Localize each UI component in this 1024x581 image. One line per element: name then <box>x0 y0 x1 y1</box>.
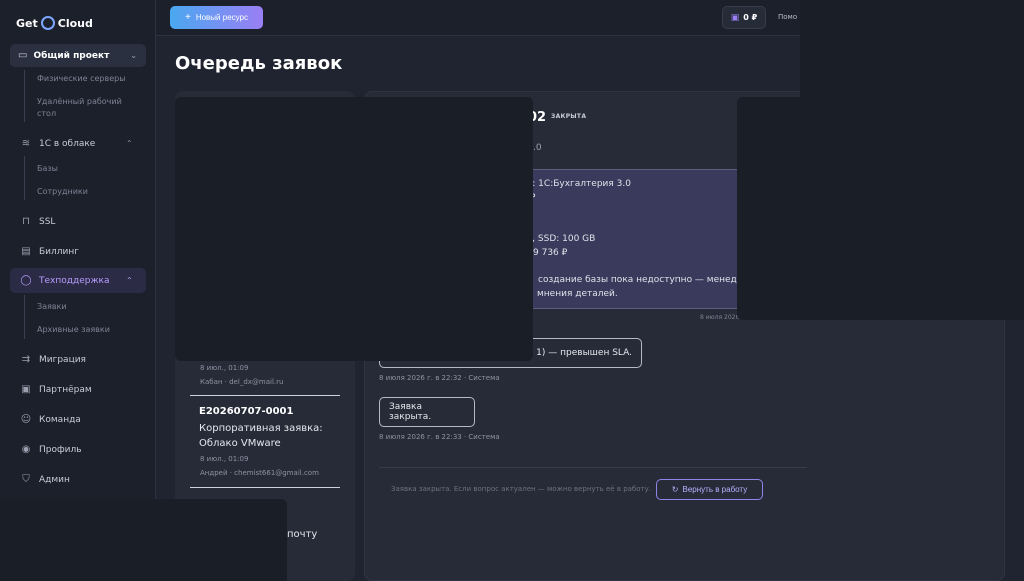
sidebar-item-support[interactable]: ◯ Техподдержка <box>20 275 110 286</box>
remote-desktop-line1: Удалённый рабочий <box>37 97 122 106</box>
closed-note: Заявка закрыта. Если вопрос актуален — м… <box>391 485 651 493</box>
sidebar-item-profile[interactable]: ◉ Профиль <box>20 444 82 455</box>
plus-icon: + <box>184 12 191 23</box>
ticket-subtitle: .0 <box>533 143 542 153</box>
message-bubble: Заявка закрыта. <box>379 397 475 427</box>
return-to-work-label: Вернуть в работу <box>682 485 748 494</box>
overlay-block <box>800 0 1024 97</box>
project-selector[interactable]: ▭ Общий проект ⌄ <box>10 44 146 67</box>
list-item-title[interactable]: Корпоративная заявка: Облако VMware <box>199 421 339 451</box>
new-resource-label: Новый ресурс <box>195 13 249 22</box>
sidebar-item-1c-label: 1С в облаке <box>39 138 96 149</box>
chevron-down-icon: ⌄ <box>130 51 137 60</box>
sidebar: Get Cloud ▭ Общий проект ⌄ Физические се… <box>0 0 156 581</box>
list-item-number[interactable]: E20260707-0001 <box>199 406 293 417</box>
wallet-icon: ▤ <box>21 246 31 257</box>
chat-bubble-icon: ◯ <box>20 275 32 286</box>
lock-icon: ⊓ <box>22 216 30 227</box>
sidebar-item-billing-label: Биллинг <box>39 246 79 257</box>
balance-badge[interactable]: ▣ 0 ₽ <box>722 6 766 29</box>
info-line: 9 736 ₽ <box>533 248 568 258</box>
logo[interactable]: Get Cloud <box>16 16 93 30</box>
refresh-icon: ↻ <box>671 485 679 494</box>
sidebar-item-team-label: Команда <box>39 414 81 425</box>
sidebar-item-support-label: Техподдержка <box>39 275 110 286</box>
sidebar-item-partners-label: Партнёрам <box>39 384 92 395</box>
info-line: создание базы пока недоступно — менедж <box>538 275 745 285</box>
list-item-author: Андрей · chemist661@gmail.com <box>200 469 319 477</box>
folder-icon: ▭ <box>18 50 28 61</box>
list-separator <box>190 395 340 396</box>
briefcase-icon: ▣ <box>21 384 31 395</box>
message-text: Заявка закрыта. <box>389 402 432 422</box>
shield-icon: ⛉ <box>22 474 30 485</box>
overlay-block <box>0 499 287 581</box>
sidebar-item-archived-tickets[interactable]: Архивные заявки <box>37 324 110 336</box>
list-item-date: 8 июл., 01:09 <box>200 364 249 372</box>
database-icon: ≋ <box>21 138 31 149</box>
overlay-block <box>175 97 533 361</box>
divider <box>379 467 807 468</box>
info-line: С: 1С:Бухгалтерия 3.0 <box>526 179 631 189</box>
list-item-author: Кабан · del_dx@mail.ru <box>200 378 284 386</box>
page-title: Очередь заявок <box>175 53 343 74</box>
sidebar-item-admin-label: Админ <box>39 474 70 485</box>
list-item-fragment: почту <box>287 529 318 540</box>
sidebar-item-ssl[interactable]: ⊓ SSL <box>20 216 55 227</box>
sidebar-item-remote-desktop[interactable]: Удалённый рабочий стол <box>37 96 122 120</box>
logo-text-get: Get <box>16 16 38 30</box>
sidebar-item-migration[interactable]: ⇉ Миграция <box>20 354 86 365</box>
sidebar-item-employees[interactable]: Сотрудники <box>37 186 88 198</box>
message-meta: 8 июля 2026 г. в 22:33 · Система <box>379 433 500 441</box>
info-line: В, SSD: 100 GB <box>526 234 596 244</box>
sidebar-item-physical-servers[interactable]: Физические серверы <box>37 73 126 85</box>
submenu-line <box>24 295 25 339</box>
cloud-logo-icon <box>40 16 55 30</box>
user-circle-icon: ◉ <box>21 444 31 455</box>
sidebar-item-profile-label: Профиль <box>39 444 82 455</box>
sidebar-item-ssl-label: SSL <box>39 216 56 227</box>
submenu-line <box>24 156 25 200</box>
sidebar-item-partners[interactable]: ▣ Партнёрам <box>20 384 92 395</box>
help-link[interactable]: Помо <box>778 13 797 21</box>
info-line: мнения деталей. <box>537 289 618 299</box>
overlay-block <box>737 97 1024 320</box>
sidebar-item-admin[interactable]: ⛉ Админ <box>20 474 70 485</box>
users-icon: ☺ <box>20 414 32 425</box>
logo-text-cloud: Cloud <box>57 16 93 30</box>
message-meta: 8 июля 2026 г. в 22:32 · Система <box>379 374 500 382</box>
wallet-icon: ▣ <box>730 12 740 23</box>
status-badge: ЗАКРЫТА <box>551 113 587 120</box>
sidebar-item-migration-label: Миграция <box>39 354 86 365</box>
new-resource-button[interactable]: + Новый ресурс <box>170 6 263 29</box>
remote-desktop-line2: стол <box>37 109 57 118</box>
project-label: Общий проект <box>33 50 110 61</box>
balance-value: 0 ₽ <box>743 13 758 22</box>
list-item-date: 8 июл., 01:09 <box>200 455 249 463</box>
list-separator <box>190 487 340 488</box>
sidebar-item-tickets[interactable]: Заявки <box>37 301 67 313</box>
sidebar-item-bases[interactable]: Базы <box>37 163 58 175</box>
message-text: ь 1) — превышен SLA. <box>528 348 632 358</box>
sidebar-item-billing[interactable]: ▤ Биллинг <box>20 246 79 257</box>
chevron-up-icon[interactable]: ⌃ <box>126 276 146 285</box>
chevron-up-icon[interactable]: ⌃ <box>126 139 146 148</box>
submenu-line <box>24 70 25 122</box>
return-to-work-button[interactable]: ↻ Вернуть в работу <box>656 479 763 500</box>
truck-icon: ⇉ <box>21 354 31 365</box>
sidebar-item-team[interactable]: ☺ Команда <box>20 414 81 425</box>
sidebar-item-1c[interactable]: ≋ 1С в облаке <box>20 138 96 149</box>
